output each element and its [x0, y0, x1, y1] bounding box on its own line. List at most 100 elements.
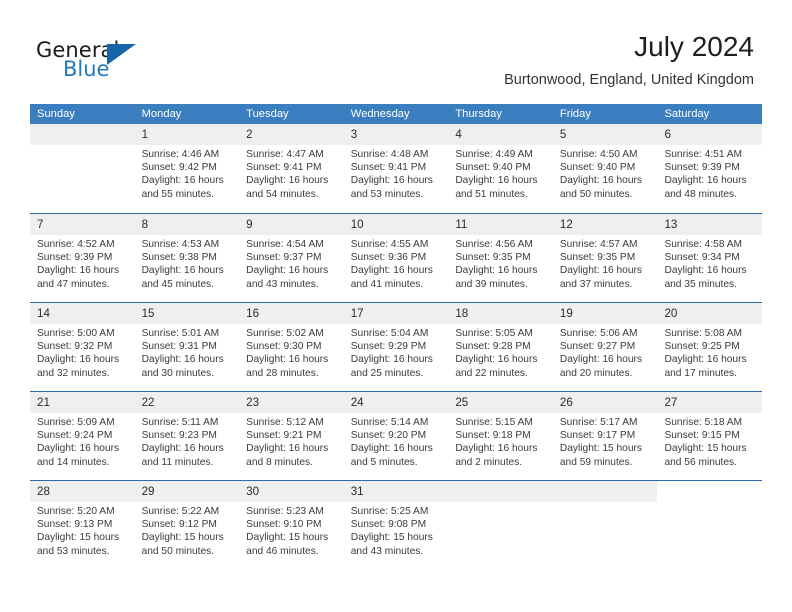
- day-cell[interactable]: 31 Sunrise: 5:25 AM Sunset: 9:08 PM Dayligh…: [343, 481, 449, 569]
- sunset-text: Sunset: 9:42 PM: [141, 162, 217, 174]
- daylight-text-line2: and 8 minutes.: [246, 456, 313, 468]
- daylight-text-line2: and 59 minutes.: [559, 456, 633, 468]
- sunset-text: Sunset: 9:40 PM: [455, 162, 531, 174]
- weekday-header-monday: Monday: [141, 108, 182, 120]
- day-cell[interactable]: 7 Sunrise: 4:52 AM Sunset: 9:39 PM Daylight…: [30, 214, 135, 302]
- day-number: 3: [350, 128, 358, 141]
- day-sun-info: Sunrise: 5:12 AM Sunset: 9:21 PM Daylight:…: [239, 413, 344, 469]
- day-cell[interactable]: 30 Sunrise: 5:23 AM Sunset: 9:10 PM Dayligh…: [239, 481, 344, 569]
- day-cell[interactable]: 9 Sunrise: 4:54 AM Sunset: 9:37 PM Daylight…: [239, 214, 344, 302]
- day-cell[interactable]: 25 Sunrise: 5:15 AM Sunset: 9:18 PM Dayligh…: [448, 392, 553, 480]
- sunset-text: Sunset: 9:08 PM: [350, 519, 427, 531]
- day-cell[interactable]: 23 Sunrise: 5:12 AM Sunset: 9:21 PM Dayligh…: [239, 392, 344, 480]
- sunrise-text: Sunrise: 4:50 AM: [559, 149, 638, 160]
- day-cell[interactable]: 24 Sunrise: 5:14 AM Sunset: 9:20 PM Dayligh…: [343, 392, 449, 480]
- sunrise-text: Sunrise: 5:08 AM: [664, 328, 743, 339]
- day-sun-info: Sunrise: 5:04 AM Sunset: 9:29 PM Daylight:…: [344, 324, 449, 380]
- day-cell[interactable]: 13 Sunrise: 4:58 AM Sunset: 9:34 PM Dayligh…: [657, 214, 763, 302]
- calendar-week-row: 1 Sunrise: 4:46 AM Sunset: 9:42 PM Daylight…: [30, 124, 763, 213]
- daylight-text-line2: and 14 minutes.: [37, 456, 110, 468]
- day-cell[interactable]: 22 Sunrise: 5:11 AM Sunset: 9:23 PM Dayligh…: [134, 392, 240, 480]
- day-sun-info: Sunrise: 5:06 AM Sunset: 9:27 PM Daylight:…: [553, 324, 658, 380]
- day-cell[interactable]: 26 Sunrise: 5:17 AM Sunset: 9:17 PM Dayligh…: [552, 392, 658, 480]
- sunset-text: Sunset: 9:12 PM: [141, 519, 217, 531]
- sunset-text: Sunset: 9:10 PM: [246, 519, 322, 531]
- daylight-text-line2: and 35 minutes.: [664, 278, 737, 290]
- day-cell[interactable]: 4 Sunrise: 4:49 AM Sunset: 9:40 PM Daylight…: [448, 124, 553, 213]
- sunrise-text: Sunrise: 5:11 AM: [141, 417, 219, 428]
- day-cell[interactable]: 11 Sunrise: 4:56 AM Sunset: 9:35 PM Dayligh…: [448, 214, 553, 302]
- calendar-week-row: 7 Sunrise: 4:52 AM Sunset: 9:39 PM Daylight…: [30, 213, 763, 302]
- daylight-text-line1: Daylight: 15 hours: [141, 532, 224, 544]
- sunrise-text: Sunrise: 5:12 AM: [246, 417, 324, 428]
- day-cell[interactable]: 17 Sunrise: 5:04 AM Sunset: 9:29 PM Dayligh…: [343, 303, 449, 391]
- sunset-text: Sunset: 9:37 PM: [246, 252, 322, 264]
- day-sun-info: Sunrise: 5:01 AM Sunset: 9:31 PM Daylight:…: [135, 324, 240, 380]
- day-cell[interactable]: 21 Sunrise: 5:09 AM Sunset: 9:24 PM Dayligh…: [30, 392, 135, 480]
- daylight-text-line1: Daylight: 16 hours: [350, 443, 433, 455]
- calendar-week-row: 21 Sunrise: 5:09 AM Sunset: 9:24 PM Dayligh…: [30, 391, 763, 480]
- day-number: 17: [350, 307, 364, 320]
- calendar-week-cells: 21 Sunrise: 5:09 AM Sunset: 9:24 PM Dayligh…: [30, 392, 763, 480]
- day-cell[interactable]: 2 Sunrise: 4:47 AM Sunset: 9:41 PM Daylight…: [239, 124, 344, 213]
- general-blue-logo[interactable]: General Blue: [36, 38, 216, 88]
- day-number: 4: [455, 128, 462, 141]
- day-cell[interactable]: 8 Sunrise: 4:53 AM Sunset: 9:38 PM Daylight…: [134, 214, 240, 302]
- day-sun-info: Sunrise: 4:53 AM Sunset: 9:38 PM Daylight:…: [135, 235, 240, 291]
- day-number-band: [30, 124, 135, 145]
- daylight-text-line1: Daylight: 16 hours: [141, 443, 224, 455]
- sunrise-text: Sunrise: 5:06 AM: [559, 328, 638, 339]
- daylight-text-line1: Daylight: 16 hours: [246, 354, 329, 366]
- day-cell[interactable]: 10 Sunrise: 4:55 AM Sunset: 9:36 PM Dayligh…: [343, 214, 449, 302]
- day-cell[interactable]: 28 Sunrise: 5:20 AM Sunset: 9:13 PM Dayligh…: [30, 481, 135, 569]
- day-cell[interactable]: 6 Sunrise: 4:51 AM Sunset: 9:39 PM Daylight…: [657, 124, 763, 213]
- sunrise-text: Sunrise: 5:22 AM: [141, 506, 220, 517]
- sunset-text: Sunset: 9:41 PM: [350, 162, 427, 174]
- daylight-text-line2: and 30 minutes.: [141, 367, 215, 379]
- day-sun-info: Sunrise: 5:25 AM Sunset: 9:08 PM Daylight:…: [344, 502, 449, 558]
- day-cell[interactable]: 18 Sunrise: 5:05 AM Sunset: 9:28 PM Dayligh…: [448, 303, 553, 391]
- day-number: 19: [559, 307, 573, 320]
- day-cell[interactable]: 27 Sunrise: 5:18 AM Sunset: 9:15 PM Dayligh…: [657, 392, 763, 480]
- day-cell[interactable]: 20 Sunrise: 5:08 AM Sunset: 9:25 PM Dayligh…: [657, 303, 763, 391]
- sunrise-text: Sunrise: 5:20 AM: [37, 506, 115, 517]
- calendar-week-cells: 1 Sunrise: 4:46 AM Sunset: 9:42 PM Daylight…: [30, 124, 763, 213]
- day-sun-info: Sunrise: 5:23 AM Sunset: 9:10 PM Daylight:…: [239, 502, 344, 558]
- day-cell[interactable]: 16 Sunrise: 5:02 AM Sunset: 9:30 PM Dayligh…: [239, 303, 344, 391]
- day-cell[interactable]: 29 Sunrise: 5:22 AM Sunset: 9:12 PM Dayligh…: [134, 481, 240, 569]
- sunrise-text: Sunrise: 5:25 AM: [350, 506, 429, 517]
- sunset-text: Sunset: 9:36 PM: [350, 252, 427, 264]
- daylight-text-line1: Daylight: 16 hours: [350, 175, 433, 187]
- calendar-week-cells: 7 Sunrise: 4:52 AM Sunset: 9:39 PM Daylight…: [30, 214, 763, 302]
- sunset-text: Sunset: 9:30 PM: [246, 341, 322, 353]
- day-cell[interactable]: 19 Sunrise: 5:06 AM Sunset: 9:27 PM Dayligh…: [552, 303, 658, 391]
- daylight-text-line2: and 5 minutes.: [350, 456, 418, 468]
- daylight-text-line2: and 2 minutes.: [455, 456, 523, 468]
- page-subtitle: Burtonwood, England, United Kingdom: [504, 72, 754, 88]
- day-sun-info: Sunrise: 5:17 AM Sunset: 9:17 PM Daylight:…: [553, 413, 658, 469]
- sunrise-text: Sunrise: 4:47 AM: [246, 149, 324, 160]
- day-sun-info: Sunrise: 4:48 AM Sunset: 9:41 PM Daylight:…: [344, 145, 449, 201]
- calendar-week-row: 28 Sunrise: 5:20 AM Sunset: 9:13 PM Dayligh…: [30, 480, 762, 569]
- day-cell-empty: [552, 481, 658, 569]
- calendar-week-cells: 14 Sunrise: 5:00 AM Sunset: 9:32 PM Dayligh…: [30, 303, 763, 391]
- day-sun-info: Sunrise: 5:18 AM Sunset: 9:15 PM Daylight:…: [657, 413, 762, 469]
- day-cell[interactable]: 3 Sunrise: 4:48 AM Sunset: 9:41 PM Daylight…: [343, 124, 449, 213]
- day-cell[interactable]: 12 Sunrise: 4:57 AM Sunset: 9:35 PM Dayligh…: [552, 214, 658, 302]
- day-sun-info: Sunrise: 4:46 AM Sunset: 9:42 PM Daylight:…: [135, 145, 240, 201]
- day-sun-info: Sunrise: 5:11 AM Sunset: 9:23 PM Daylight:…: [135, 413, 240, 469]
- daylight-text-line2: and 20 minutes.: [559, 367, 633, 379]
- day-cell[interactable]: 1 Sunrise: 4:46 AM Sunset: 9:42 PM Daylight…: [134, 124, 240, 213]
- daylight-text-line1: Daylight: 16 hours: [664, 354, 747, 366]
- sunset-text: Sunset: 9:27 PM: [559, 341, 636, 353]
- day-cell[interactable]: 5 Sunrise: 4:50 AM Sunset: 9:40 PM Daylight…: [552, 124, 658, 213]
- daylight-text-line2: and 17 minutes.: [664, 367, 737, 379]
- daylight-text-line2: and 43 minutes.: [246, 278, 319, 290]
- day-number: 12: [559, 218, 573, 231]
- day-sun-info: Sunrise: 4:55 AM Sunset: 9:36 PM Daylight:…: [344, 235, 449, 291]
- sunrise-text: Sunrise: 4:54 AM: [246, 239, 324, 250]
- sunrise-text: Sunrise: 5:05 AM: [455, 328, 533, 339]
- day-number: 24: [350, 396, 364, 409]
- day-cell[interactable]: 15 Sunrise: 5:01 AM Sunset: 9:31 PM Dayligh…: [134, 303, 240, 391]
- day-cell[interactable]: 14 Sunrise: 5:00 AM Sunset: 9:32 PM Dayligh…: [30, 303, 135, 391]
